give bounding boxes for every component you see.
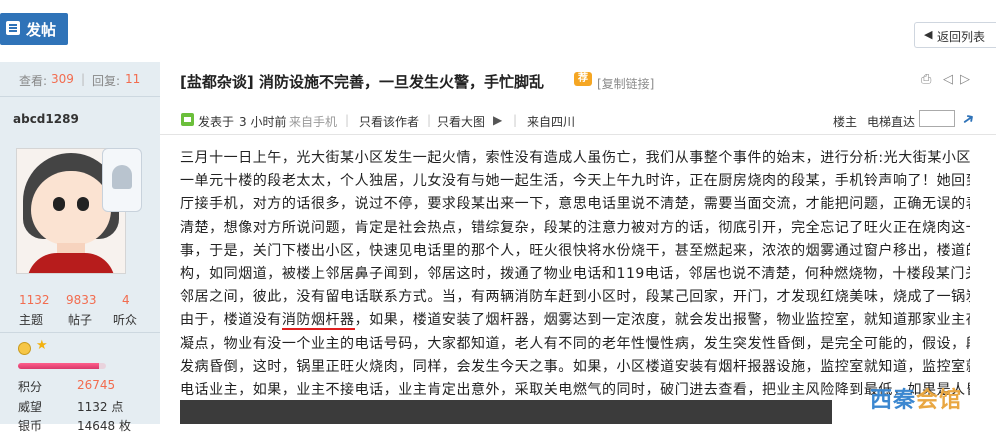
post-new-label: 发帖 — [26, 21, 57, 39]
level-progress-bar — [18, 363, 106, 369]
watermark-part-b: 会馆 — [916, 388, 963, 413]
posted-label: 发表于 — [198, 115, 235, 129]
highlighted-term: 消防烟杆器 — [281, 312, 355, 331]
avatar-eye-left — [53, 197, 65, 211]
post-body-line: 凝点，物业有没一个业主的电话号码，大家都知道，老人有不同的老年性慢性病，发生突发… — [180, 335, 970, 352]
replies-label: 回复: — [92, 74, 121, 88]
credits-value: 26745 — [77, 378, 116, 392]
next-thread-icon[interactable]: ▷ — [960, 72, 970, 87]
silver-label: 银币 — [18, 419, 43, 433]
copy-link-button[interactable]: [复制链接] — [597, 75, 654, 92]
post-body-line: 由于，楼道没有消防烟杆器，如果，楼道安装了烟杆器，烟雾达到一定浓度，就会发出报警… — [180, 312, 970, 331]
floor-label: 楼主 — [833, 115, 858, 129]
print-icon[interactable]: ⎙ — [921, 72, 931, 87]
followers-count[interactable]: 4 — [122, 293, 130, 307]
post-location: 来自四川 — [527, 115, 576, 129]
credits-label: 积分 — [18, 380, 43, 394]
only-author-link[interactable]: 只看该作者 — [359, 113, 419, 130]
post-time: 3 小时前 — [239, 115, 287, 129]
views-count: 309 — [51, 72, 74, 86]
post-title-text: 消防设施不完善，一旦发生火警，手忙脚乱 — [258, 73, 544, 91]
post-body-line: 清楚，想像对方所说问题，肯定是社会热点，错综复杂，段某的注意力被对方的话，彻底引… — [180, 219, 970, 236]
post-source: 来自手机 — [289, 115, 338, 129]
topics-count[interactable]: 1132 — [19, 293, 50, 307]
posts-count[interactable]: 9833 — [66, 293, 97, 307]
post-body-line: 电话业主，如果，业主不接电话，业主肯定出意外，采取关电燃气的同时，破门进去查看，… — [180, 382, 970, 399]
watermark-part-a: 西秦 — [870, 388, 917, 413]
post-body-line: 三月十一日上午，光大街某小区发生一起火情，索性没有造成人虽伤亡，我们从事整个事件… — [180, 150, 970, 166]
post-new-button[interactable]: 发帖 — [0, 13, 68, 45]
post-body-line: 事，于是，关门下楼出小区，快速见电话里的那个人，旺火很快将水份烧干，甚至燃起来，… — [180, 242, 970, 259]
prestige-label: 威望 — [18, 400, 43, 414]
post-title: [盐都杂谈] 消防设施不完善，一旦发生火警，手忙脚乱 — [180, 71, 544, 92]
meta-separator: | — [427, 113, 432, 127]
hot-badge-icon: 荐 — [574, 72, 592, 86]
replies-count: 11 — [125, 72, 141, 86]
avatar-face — [31, 171, 111, 245]
posts-label: 帖子 — [68, 313, 93, 327]
floor-number-input[interactable] — [919, 110, 955, 127]
top-toolbar: 发帖 ◀ 返回列表 — [0, 0, 996, 60]
post-body: 三月十一日上午，光大街某小区发生一起火情，索性没有造成人虽伤亡，我们从事整个事件… — [180, 147, 970, 425]
post-body-line: 构，如同烟道，被楼上邻居鼻子闻到，邻居这时，拨通了物业电话和119电话，邻居也说… — [180, 266, 970, 283]
stats-separator: | — [81, 72, 86, 86]
topics-label: 主题 — [19, 313, 44, 327]
site-watermark: 西秦会馆 — [870, 382, 962, 414]
smiley-icon — [18, 342, 31, 355]
back-to-list-label: 返回列表 — [937, 30, 986, 44]
star-icon: ★ — [36, 338, 48, 353]
post-category[interactable]: [盐都杂谈] — [180, 73, 254, 91]
thread-stats: 查看: 309 | 回复: 11 — [0, 62, 160, 97]
author-name[interactable]: abcd1289 — [13, 112, 79, 126]
meta-separator: | — [345, 113, 350, 127]
back-to-list-button[interactable]: ◀ 返回列表 — [914, 22, 996, 48]
post-body-line: 发病昏倒，这时，锅里正旺火烧肉，同样，会发生今天之事。如果，小区楼道安装有烟杆报… — [180, 358, 970, 375]
post-body-line: 邻居之间，彼此，没有留电话联系方式。当，有两辆消防车赶到小区时，段某己回家，开门… — [180, 289, 970, 306]
sidebar-divider — [0, 332, 160, 333]
online-status-icon — [181, 113, 194, 126]
play-arrow-icon: ▶ — [493, 113, 503, 127]
prev-thread-icon[interactable]: ◁ — [943, 72, 953, 87]
post-body-line: 厅接手机，对方的话很多，说过不停，要求段某出来一下，意思电话里说不清楚，需要当面… — [180, 196, 970, 213]
post-image[interactable] — [180, 400, 832, 424]
avatar-eye-right — [77, 197, 89, 211]
meta-separator: | — [513, 113, 518, 127]
avatar-shirt — [27, 253, 115, 273]
followers-label: 听众 — [113, 313, 138, 327]
prestige-value: 1132 点 — [77, 400, 124, 414]
mobile-user-badge — [102, 148, 142, 212]
level-progress-fill — [18, 363, 99, 369]
post-body-line: 一单元十楼的段老太太，个人独居，儿女没有与她一起生活，今天上午九时许，正在厨房烧… — [180, 173, 970, 190]
compose-icon — [6, 21, 20, 35]
elevator-label: 电梯直达 — [867, 115, 916, 129]
android-icon — [112, 165, 132, 189]
only-images-link[interactable]: 只看大图 — [437, 113, 485, 130]
views-label: 查看: — [19, 74, 48, 88]
silver-value: 14648 枚 — [77, 419, 131, 433]
arrow-left-icon: ◀ — [924, 28, 933, 41]
